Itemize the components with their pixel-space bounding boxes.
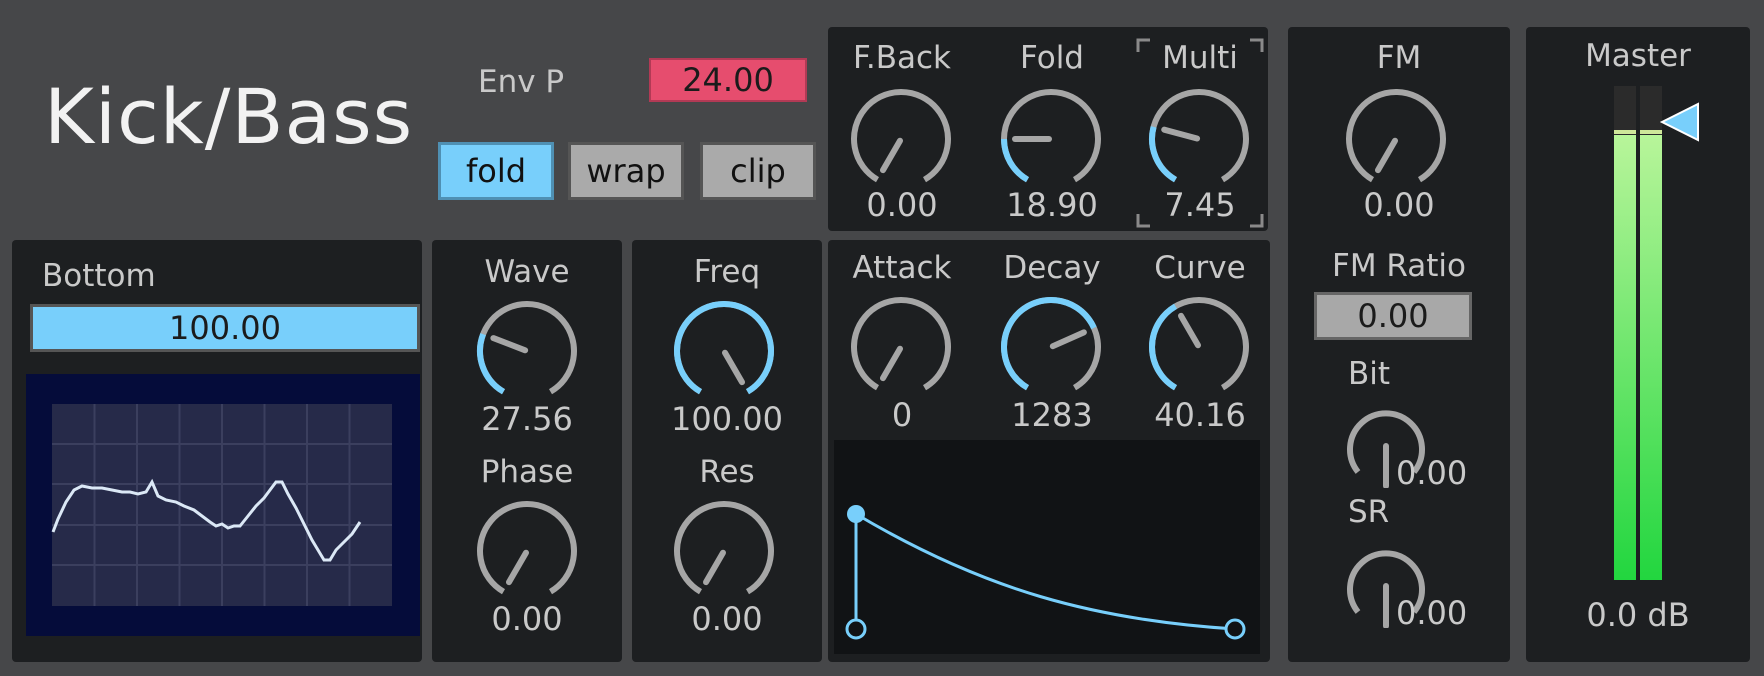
sr-value: 0.00 bbox=[1396, 594, 1468, 632]
attack-knob[interactable] bbox=[846, 292, 956, 402]
master-value: 0.0 dB bbox=[1586, 596, 1690, 634]
fm-ratio-label: FM Ratio bbox=[1331, 248, 1467, 284]
envelope-end-handle bbox=[1224, 618, 1246, 640]
meter-left bbox=[1614, 86, 1636, 580]
env-p-value[interactable]: 24.00 bbox=[649, 58, 807, 102]
master-panel bbox=[1526, 27, 1750, 662]
multi-knob[interactable] bbox=[1144, 84, 1254, 194]
freq-label: Freq bbox=[693, 254, 761, 290]
curve-knob[interactable] bbox=[1144, 292, 1254, 402]
envelope-curve bbox=[854, 511, 1236, 631]
attack-label: Attack bbox=[852, 250, 952, 286]
wrap-button[interactable]: wrap bbox=[568, 142, 684, 200]
fback-value: 0.00 bbox=[866, 186, 938, 224]
env-p-label: Env P bbox=[478, 64, 565, 100]
envelope-graph[interactable] bbox=[834, 440, 1260, 654]
phase-label: Phase bbox=[480, 454, 574, 490]
multi-value: 7.45 bbox=[1164, 186, 1236, 224]
fm-knob[interactable] bbox=[1341, 84, 1451, 194]
wave-value: 27.56 bbox=[481, 400, 573, 438]
fold-value: 18.90 bbox=[1006, 186, 1098, 224]
decay-value: 1283 bbox=[1011, 396, 1093, 434]
curve-label: Curve bbox=[1154, 250, 1246, 286]
wave-display bbox=[26, 374, 420, 636]
device-title: Kick/Bass bbox=[44, 72, 414, 161]
sr-label: SR bbox=[1348, 494, 1390, 530]
bit-label: Bit bbox=[1348, 356, 1391, 392]
fm-label: FM bbox=[1376, 40, 1422, 76]
bottom-value[interactable]: 100.00 bbox=[30, 304, 420, 352]
phase-knob[interactable] bbox=[472, 496, 582, 606]
wave-label: Wave bbox=[484, 254, 570, 290]
fback-knob[interactable] bbox=[846, 84, 956, 194]
fold-label: Fold bbox=[1020, 40, 1084, 76]
envelope-peak-handle bbox=[847, 505, 865, 523]
gain-slider-arrow-icon[interactable] bbox=[1660, 102, 1702, 142]
bit-value: 0.00 bbox=[1396, 454, 1468, 492]
clip-button[interactable]: clip bbox=[700, 142, 816, 200]
freq-value: 100.00 bbox=[671, 400, 783, 438]
wave-knob[interactable] bbox=[472, 296, 582, 406]
res-label: Res bbox=[699, 454, 755, 490]
fback-label: F.Back bbox=[853, 40, 951, 76]
bottom-label: Bottom bbox=[42, 258, 156, 294]
decay-label: Decay bbox=[1003, 250, 1101, 286]
fold-button[interactable]: fold bbox=[438, 142, 554, 200]
fm-value: 0.00 bbox=[1363, 186, 1435, 224]
envelope-start-handle bbox=[845, 618, 867, 640]
res-value: 0.00 bbox=[691, 600, 763, 638]
curve-value: 40.16 bbox=[1154, 396, 1246, 434]
attack-value: 0 bbox=[891, 396, 913, 434]
fm-ratio-value[interactable]: 0.00 bbox=[1314, 292, 1472, 340]
freq-knob[interactable] bbox=[669, 296, 779, 406]
meter-right bbox=[1640, 86, 1662, 580]
master-label: Master bbox=[1585, 38, 1691, 74]
phase-value: 0.00 bbox=[491, 600, 563, 638]
res-knob[interactable] bbox=[669, 496, 779, 606]
decay-knob[interactable] bbox=[996, 292, 1106, 402]
fold-knob[interactable] bbox=[996, 84, 1106, 194]
